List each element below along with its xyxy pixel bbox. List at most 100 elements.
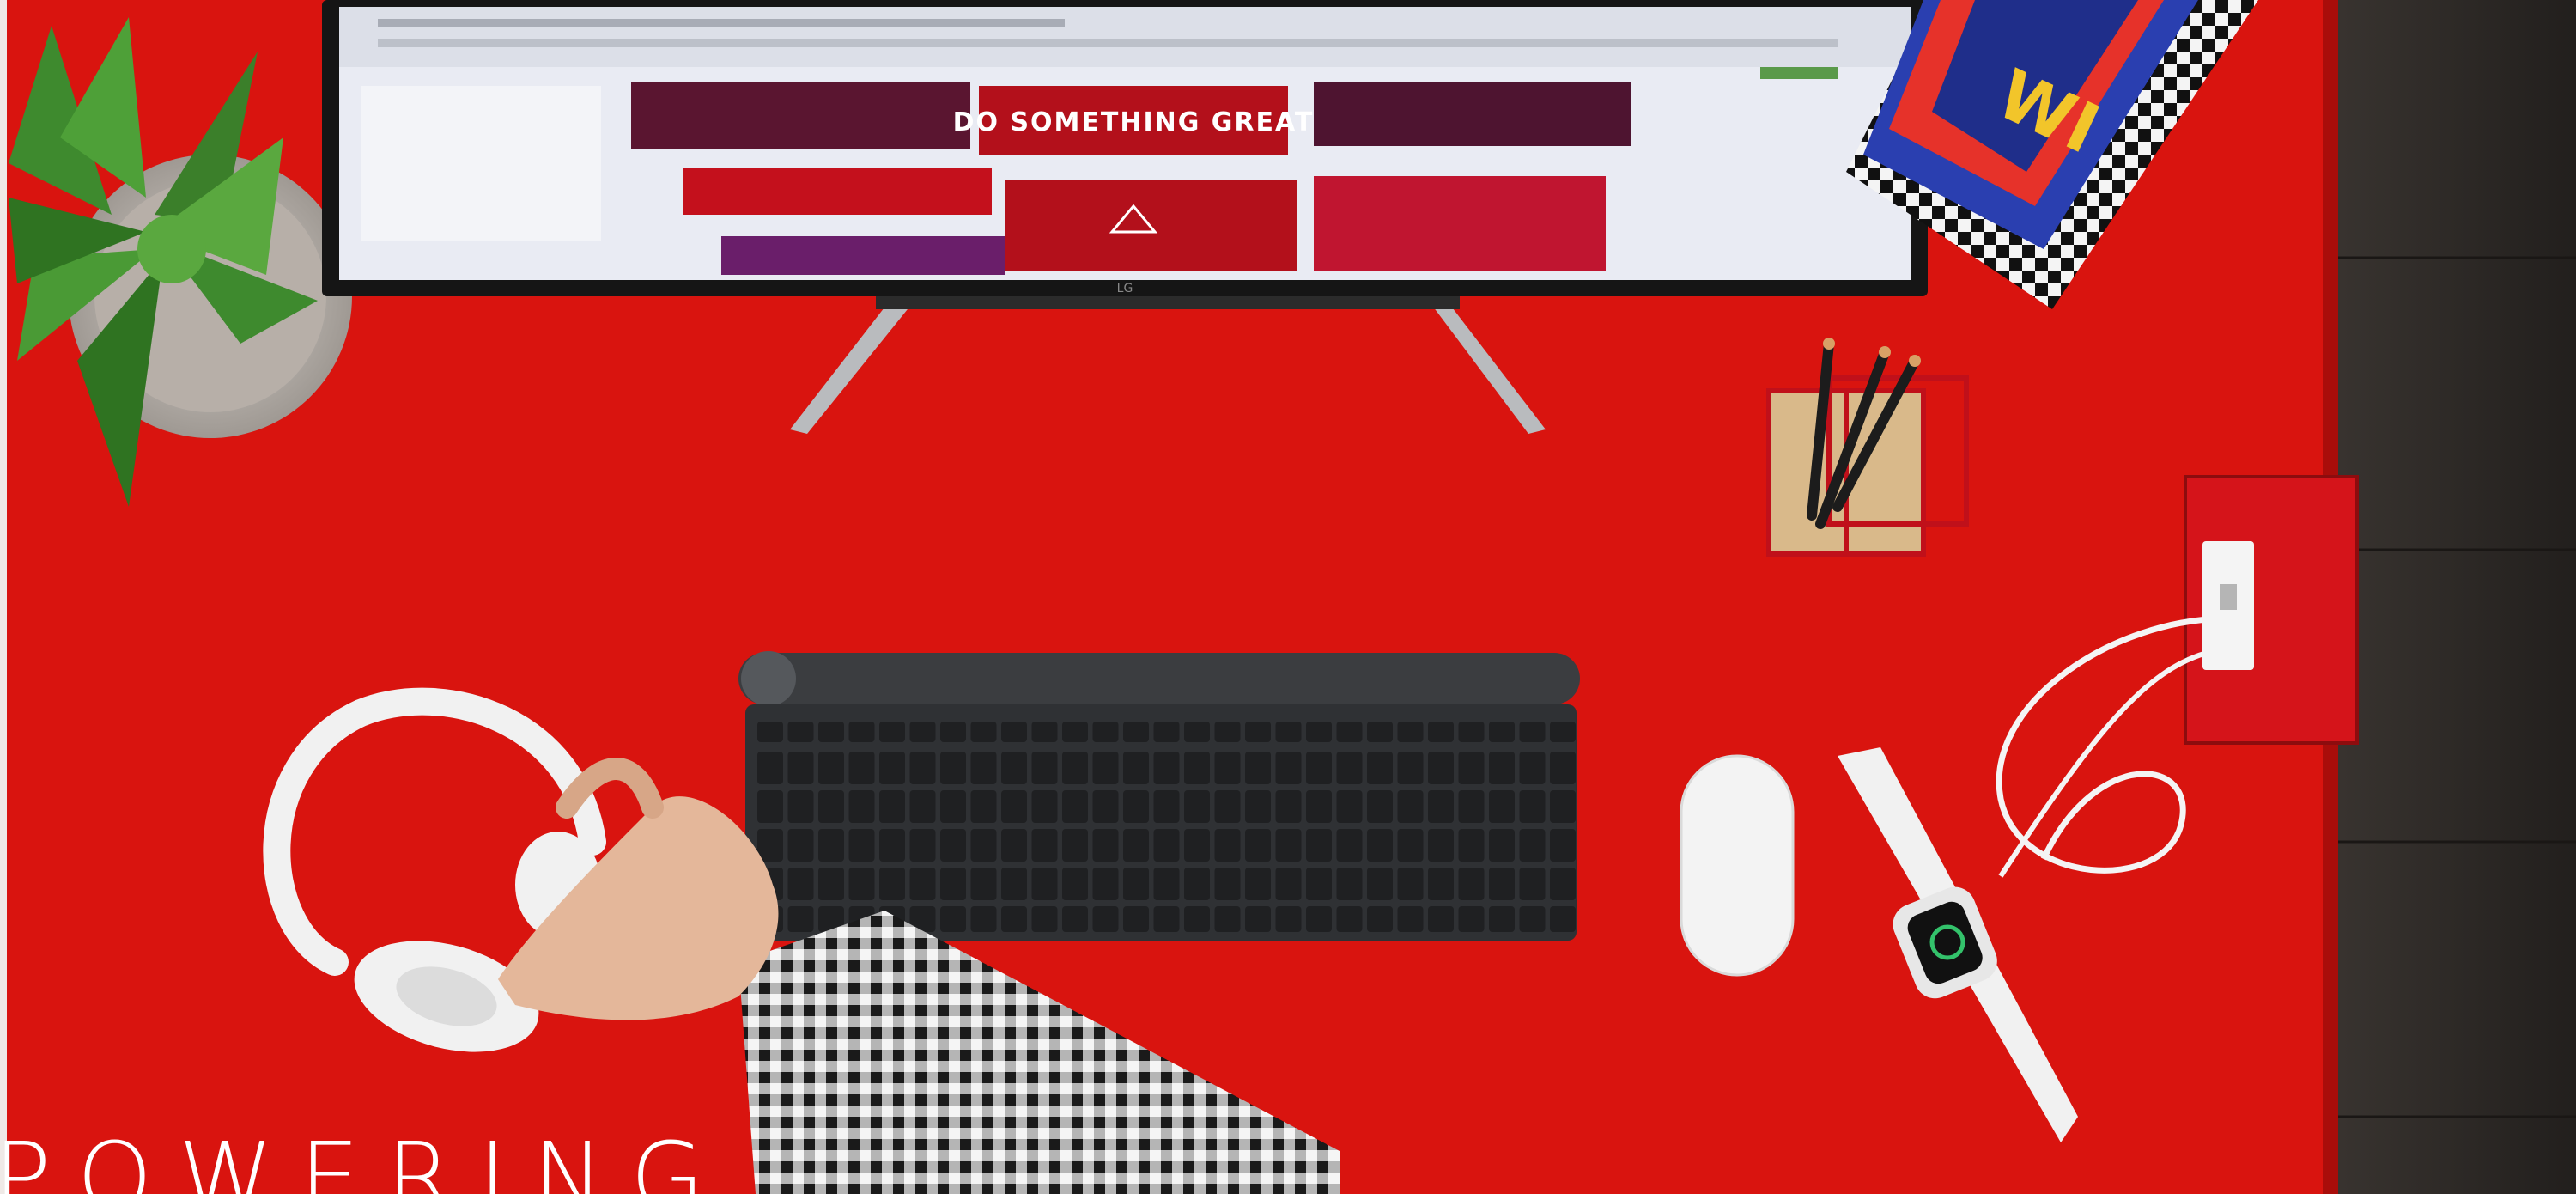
key bbox=[879, 790, 905, 823]
key bbox=[1367, 868, 1393, 900]
key bbox=[818, 790, 844, 823]
key bbox=[1184, 829, 1210, 862]
key bbox=[970, 829, 997, 862]
key bbox=[879, 722, 905, 742]
key bbox=[757, 752, 783, 784]
key bbox=[1092, 906, 1119, 932]
key bbox=[1336, 829, 1363, 862]
key bbox=[1275, 790, 1302, 823]
headline-text: POWERING bbox=[0, 1123, 731, 1194]
key bbox=[1397, 906, 1424, 932]
key bbox=[1275, 868, 1302, 900]
key bbox=[787, 752, 814, 784]
key bbox=[1489, 868, 1515, 900]
key bbox=[1336, 868, 1363, 900]
key bbox=[1306, 868, 1332, 900]
key bbox=[1092, 790, 1119, 823]
key bbox=[1489, 722, 1515, 742]
key bbox=[1306, 722, 1332, 742]
key bbox=[1214, 722, 1241, 742]
key bbox=[1367, 752, 1393, 784]
key bbox=[1001, 868, 1027, 900]
key bbox=[1458, 722, 1485, 742]
key bbox=[909, 868, 936, 900]
key bbox=[1092, 722, 1119, 742]
key bbox=[1062, 752, 1088, 784]
key bbox=[1092, 868, 1119, 900]
key bbox=[1031, 752, 1058, 784]
key bbox=[1001, 722, 1027, 742]
key bbox=[940, 790, 966, 823]
key bbox=[818, 829, 844, 862]
key bbox=[1489, 790, 1515, 823]
key bbox=[1428, 752, 1454, 784]
key bbox=[848, 790, 875, 823]
key bbox=[1306, 790, 1332, 823]
key bbox=[1397, 790, 1424, 823]
key bbox=[1123, 868, 1149, 900]
key bbox=[787, 868, 814, 900]
key bbox=[909, 722, 936, 742]
key bbox=[1214, 790, 1241, 823]
key bbox=[1367, 829, 1393, 862]
key bbox=[940, 722, 966, 742]
key bbox=[1397, 722, 1424, 742]
key bbox=[1062, 790, 1088, 823]
key bbox=[1550, 906, 1576, 932]
key bbox=[1214, 752, 1241, 784]
key bbox=[1519, 868, 1546, 900]
key bbox=[757, 790, 783, 823]
mouse bbox=[1680, 754, 1795, 977]
key bbox=[1092, 829, 1119, 862]
key bbox=[1397, 829, 1424, 862]
key bbox=[1214, 829, 1241, 862]
key bbox=[757, 829, 783, 862]
key bbox=[1550, 722, 1576, 742]
key bbox=[1123, 906, 1149, 932]
key bbox=[970, 722, 997, 742]
key bbox=[970, 868, 997, 900]
key bbox=[909, 752, 936, 784]
key bbox=[1031, 906, 1058, 932]
key bbox=[1062, 906, 1088, 932]
key bbox=[787, 722, 814, 742]
key bbox=[848, 829, 875, 862]
key bbox=[1275, 752, 1302, 784]
key bbox=[787, 906, 814, 932]
key bbox=[1397, 868, 1424, 900]
key bbox=[1519, 752, 1546, 784]
key bbox=[970, 906, 997, 932]
key bbox=[1245, 868, 1271, 900]
key bbox=[1001, 906, 1027, 932]
key bbox=[879, 829, 905, 862]
key bbox=[1245, 790, 1271, 823]
key bbox=[1031, 790, 1058, 823]
key bbox=[940, 752, 966, 784]
key bbox=[1123, 752, 1149, 784]
key bbox=[1031, 829, 1058, 862]
key bbox=[1275, 829, 1302, 862]
left-edge bbox=[0, 0, 7, 1194]
key bbox=[1458, 829, 1485, 862]
key bbox=[1428, 829, 1454, 862]
key bbox=[1336, 722, 1363, 742]
key bbox=[1550, 868, 1576, 900]
key bbox=[1336, 752, 1363, 784]
key bbox=[1245, 752, 1271, 784]
key bbox=[970, 790, 997, 823]
key bbox=[787, 829, 814, 862]
key bbox=[1184, 752, 1210, 784]
key bbox=[970, 752, 997, 784]
key bbox=[1428, 868, 1454, 900]
key bbox=[1245, 722, 1271, 742]
key bbox=[1306, 906, 1332, 932]
key bbox=[1519, 722, 1546, 742]
key bbox=[1458, 868, 1485, 900]
key bbox=[848, 868, 875, 900]
key bbox=[818, 868, 844, 900]
key bbox=[1153, 906, 1180, 932]
key bbox=[909, 790, 936, 823]
key bbox=[818, 752, 844, 784]
key bbox=[940, 906, 966, 932]
keyboard bbox=[738, 651, 1580, 941]
